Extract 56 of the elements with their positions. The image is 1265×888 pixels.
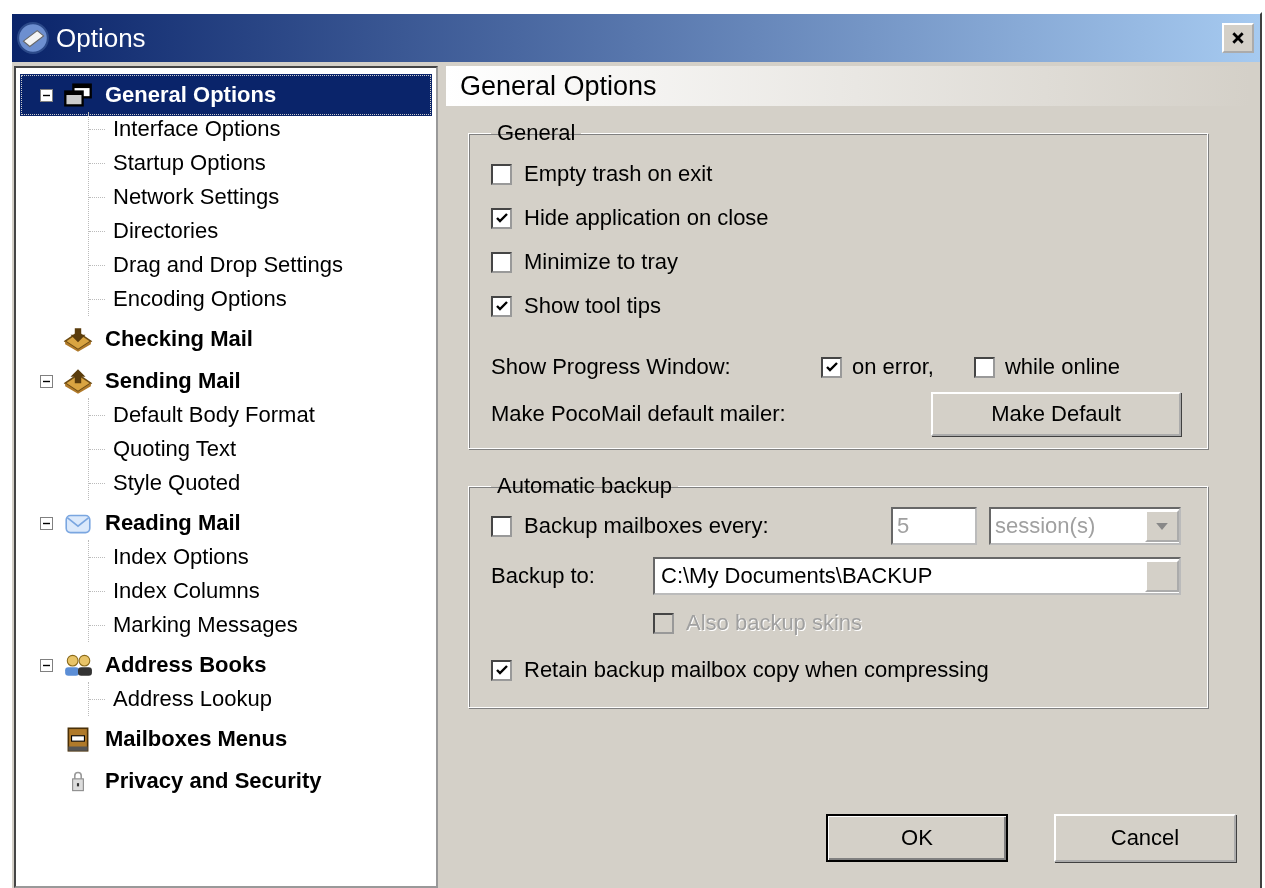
tree-item[interactable]: Privacy and Security [20, 760, 436, 802]
ok-button[interactable]: OK [826, 814, 1008, 862]
collapse-toggle[interactable] [40, 374, 53, 388]
group-title: General [496, 120, 577, 146]
backup-path-field[interactable]: C:\My Documents\BACKUP [653, 557, 1181, 595]
tree-item[interactable]: Address Lookup [89, 682, 272, 716]
inbox-tray-icon [63, 326, 93, 352]
checkbox[interactable] [491, 251, 512, 273]
checkbox-label[interactable]: Empty trash on exit [524, 161, 713, 187]
default-mailer-label: Make PocoMail default mailer: [491, 401, 786, 427]
checkbox-label[interactable]: on error, [852, 354, 934, 380]
window-title: Options [56, 22, 147, 54]
check-icon [824, 360, 839, 374]
checkbox-label[interactable]: Minimize to tray [524, 249, 679, 275]
group-title: Automatic backup [496, 473, 673, 499]
backup-to-label: Backup to: [491, 563, 596, 589]
close-icon [1231, 31, 1245, 45]
checkbox-label[interactable]: Retain backup mailbox copy when compressing [524, 657, 989, 683]
check-icon [494, 663, 509, 677]
tree-item[interactable]: General Options [20, 74, 432, 116]
tree-item[interactable]: Quoting Text [89, 432, 237, 466]
checkbox[interactable] [821, 356, 842, 378]
checkbox-label[interactable]: Backup mailboxes every: [524, 513, 769, 539]
checkbox[interactable] [491, 515, 512, 537]
checkbox-label[interactable]: while online [1004, 354, 1120, 380]
outbox-tray-icon [63, 368, 93, 394]
tree-item[interactable]: Startup Options [89, 146, 266, 180]
checkbox[interactable] [973, 356, 995, 378]
checkbox[interactable] [491, 659, 512, 681]
tree-item[interactable]: Directories [89, 214, 219, 248]
tree-item[interactable]: Mailboxes Menus [20, 718, 436, 760]
windows-icon [63, 82, 93, 108]
tree-item[interactable]: Checking Mail [20, 318, 436, 360]
tree-item[interactable]: Encoding Options [89, 282, 287, 316]
checkbox[interactable] [491, 163, 512, 185]
close-button[interactable] [1222, 23, 1254, 53]
checkbox[interactable] [491, 207, 512, 229]
tree-item[interactable]: Index Columns [89, 574, 260, 608]
checkbox[interactable] [491, 295, 512, 317]
collapse-toggle[interactable] [40, 88, 53, 102]
people-icon [63, 652, 93, 678]
tree-item[interactable]: Marking Messages [89, 608, 298, 642]
check-icon [494, 211, 509, 225]
tree-item[interactable]: Drag and Drop Settings [89, 248, 343, 282]
checkbox-label[interactable]: Show tool tips [524, 293, 661, 319]
tree-item[interactable]: Style Quoted [89, 466, 241, 500]
progress-label: Show Progress Window: [491, 354, 732, 380]
check-icon [494, 299, 509, 313]
tree-item[interactable]: Network Settings [89, 180, 280, 214]
cancel-button[interactable]: Cancel [1054, 814, 1236, 862]
make-default-button[interactable]: Make Default [931, 392, 1181, 436]
collapse-toggle[interactable] [40, 658, 53, 672]
app-icon [16, 21, 50, 55]
collapse-toggle[interactable] [40, 516, 53, 530]
checkbox-label[interactable]: Hide application on close [524, 205, 769, 231]
dropdown-arrow-icon [1156, 522, 1168, 530]
